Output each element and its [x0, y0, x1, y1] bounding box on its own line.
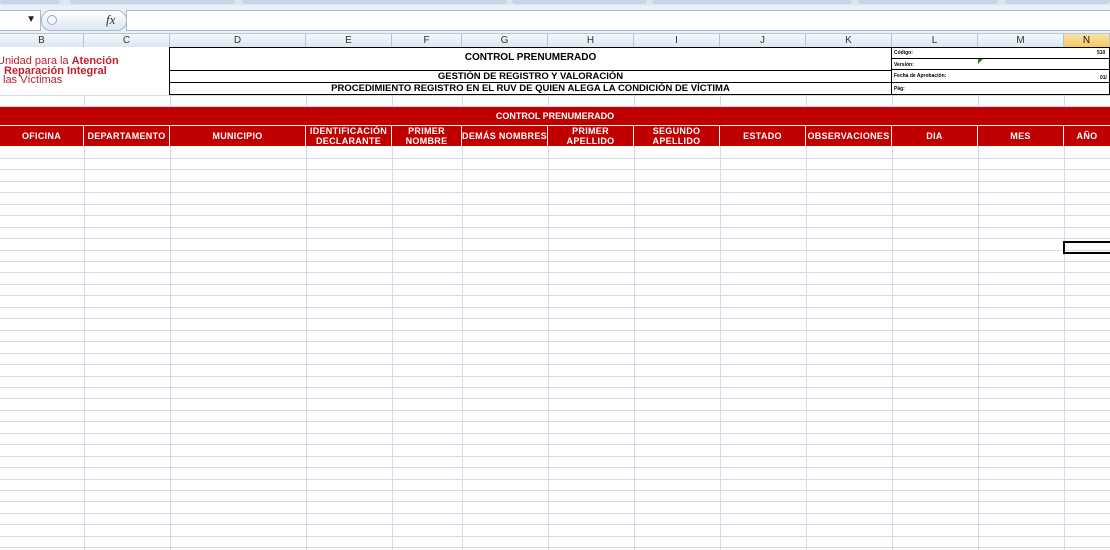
- column-header-l[interactable]: L: [892, 34, 978, 47]
- gridline-horizontal: [0, 250, 1110, 251]
- formula-bar: ▼ fx: [0, 5, 1110, 34]
- gridline-horizontal: [0, 513, 1110, 514]
- codigo-value: 510: [1097, 50, 1106, 56]
- column-header-k[interactable]: K: [806, 34, 892, 47]
- gridline-horizontal: [0, 501, 1110, 502]
- gridline-horizontal: [0, 490, 1110, 491]
- formula-tools: fx: [41, 10, 127, 31]
- column-header-e[interactable]: E: [306, 34, 392, 47]
- gridline-horizontal: [0, 227, 1110, 228]
- header-demas-nombres[interactable]: DEMÁS NOMBRES: [462, 126, 548, 146]
- comment-indicator-icon: [978, 59, 983, 64]
- gridline-horizontal: [0, 169, 1110, 170]
- gridline-horizontal: [0, 272, 1110, 273]
- header-municipio[interactable]: MUNICIPIO: [170, 126, 306, 146]
- gridline-horizontal: [0, 204, 1110, 205]
- column-header-d[interactable]: D: [170, 34, 306, 47]
- header-dia[interactable]: DIA: [892, 126, 978, 146]
- column-header-g[interactable]: G: [462, 34, 548, 47]
- header-ano[interactable]: AÑO: [1064, 126, 1110, 146]
- gridline-horizontal: [0, 192, 1110, 193]
- form-subtitle-2: PROCEDIMIENTO REGISTRO EN EL RUV DE QUIE…: [331, 83, 730, 94]
- gridline-horizontal: [0, 158, 1110, 159]
- logo: Unidad para la Atención Reparación Integ…: [0, 47, 169, 95]
- gridline-horizontal: [0, 433, 1110, 434]
- column-header-m[interactable]: M: [978, 34, 1064, 47]
- gridline-horizontal: [0, 547, 1110, 548]
- header-identificacion[interactable]: IDENTIFICACIÓN DECLARANTE: [306, 126, 392, 146]
- gridline-horizontal: [0, 261, 1110, 262]
- header-departamento[interactable]: DEPARTAMENTO: [84, 126, 170, 146]
- chevron-down-icon[interactable]: ▼: [26, 14, 36, 25]
- gridline-horizontal: [0, 341, 1110, 342]
- gridline-horizontal: [0, 295, 1110, 296]
- column-headers: B C D E F G H I J K L M N: [0, 34, 1110, 48]
- gridline-horizontal: [0, 467, 1110, 468]
- header-observaciones[interactable]: OBSERVACIONES: [806, 126, 892, 146]
- gridline-horizontal: [0, 456, 1110, 457]
- column-header-c[interactable]: C: [84, 34, 170, 47]
- pag-box[interactable]: [891, 82, 1110, 95]
- fecha-value: 01/: [1100, 75, 1107, 81]
- gridline-horizontal: [0, 307, 1110, 308]
- name-box[interactable]: ▼: [0, 10, 41, 31]
- gridline-horizontal: [0, 376, 1110, 377]
- gridline-horizontal: [0, 387, 1110, 388]
- gridline-horizontal: [0, 410, 1110, 411]
- gridline-horizontal: [0, 353, 1110, 354]
- gridline-horizontal: [0, 536, 1110, 537]
- section-banner[interactable]: CONTROL PRENUMERADO: [0, 107, 1110, 125]
- gridline-horizontal: [0, 284, 1110, 285]
- codigo-label: Código:: [894, 50, 913, 56]
- version-label: Versión:: [894, 62, 914, 68]
- gridline-horizontal: [0, 181, 1110, 182]
- form-subtitle-1: GESTIÓN DE REGISTRO Y VALORACIÓN: [437, 71, 624, 82]
- column-header-n[interactable]: N: [1064, 34, 1110, 47]
- formula-input[interactable]: [126, 10, 1110, 31]
- header-oficina[interactable]: OFICINA: [0, 126, 84, 146]
- gridline-horizontal: [0, 238, 1110, 239]
- table-header-row: OFICINA DEPARTAMENTO MUNICIPIO IDENTIFIC…: [0, 126, 1110, 146]
- header-primer-nombre[interactable]: PRIMER NOMBRE: [392, 126, 462, 146]
- gridline-horizontal: [0, 330, 1110, 331]
- header-estado[interactable]: ESTADO: [720, 126, 806, 146]
- gridline-horizontal: [0, 398, 1110, 399]
- header-mes[interactable]: MES: [978, 126, 1064, 146]
- header-primer-apellido[interactable]: PRIMER APELLIDO: [548, 126, 634, 146]
- fecha-label: Fecha de Aprobación:: [894, 73, 947, 79]
- gridline-horizontal: [0, 444, 1110, 445]
- cancel-dot-icon[interactable]: [47, 15, 57, 25]
- gridline-horizontal: [0, 364, 1110, 365]
- column-header-i[interactable]: I: [634, 34, 720, 47]
- gridline-horizontal: [0, 524, 1110, 525]
- gridline-horizontal: [0, 479, 1110, 480]
- header-segundo-apellido[interactable]: SEGUNDO APELLIDO: [634, 126, 720, 146]
- gridline-horizontal: [0, 95, 1110, 96]
- gridline-horizontal: [0, 215, 1110, 216]
- column-header-h[interactable]: H: [548, 34, 634, 47]
- fx-icon[interactable]: fx: [106, 12, 115, 28]
- gridline-horizontal: [0, 318, 1110, 319]
- column-header-j[interactable]: J: [720, 34, 806, 47]
- gridline-horizontal: [0, 421, 1110, 422]
- column-header-b[interactable]: B: [0, 34, 84, 47]
- logo-line-3: las Víctimas: [3, 74, 63, 86]
- active-cell[interactable]: [1063, 241, 1110, 254]
- column-header-f[interactable]: F: [392, 34, 462, 47]
- form-title: CONTROL PRENUMERADO: [464, 52, 597, 63]
- pag-label: Pág:: [894, 86, 905, 92]
